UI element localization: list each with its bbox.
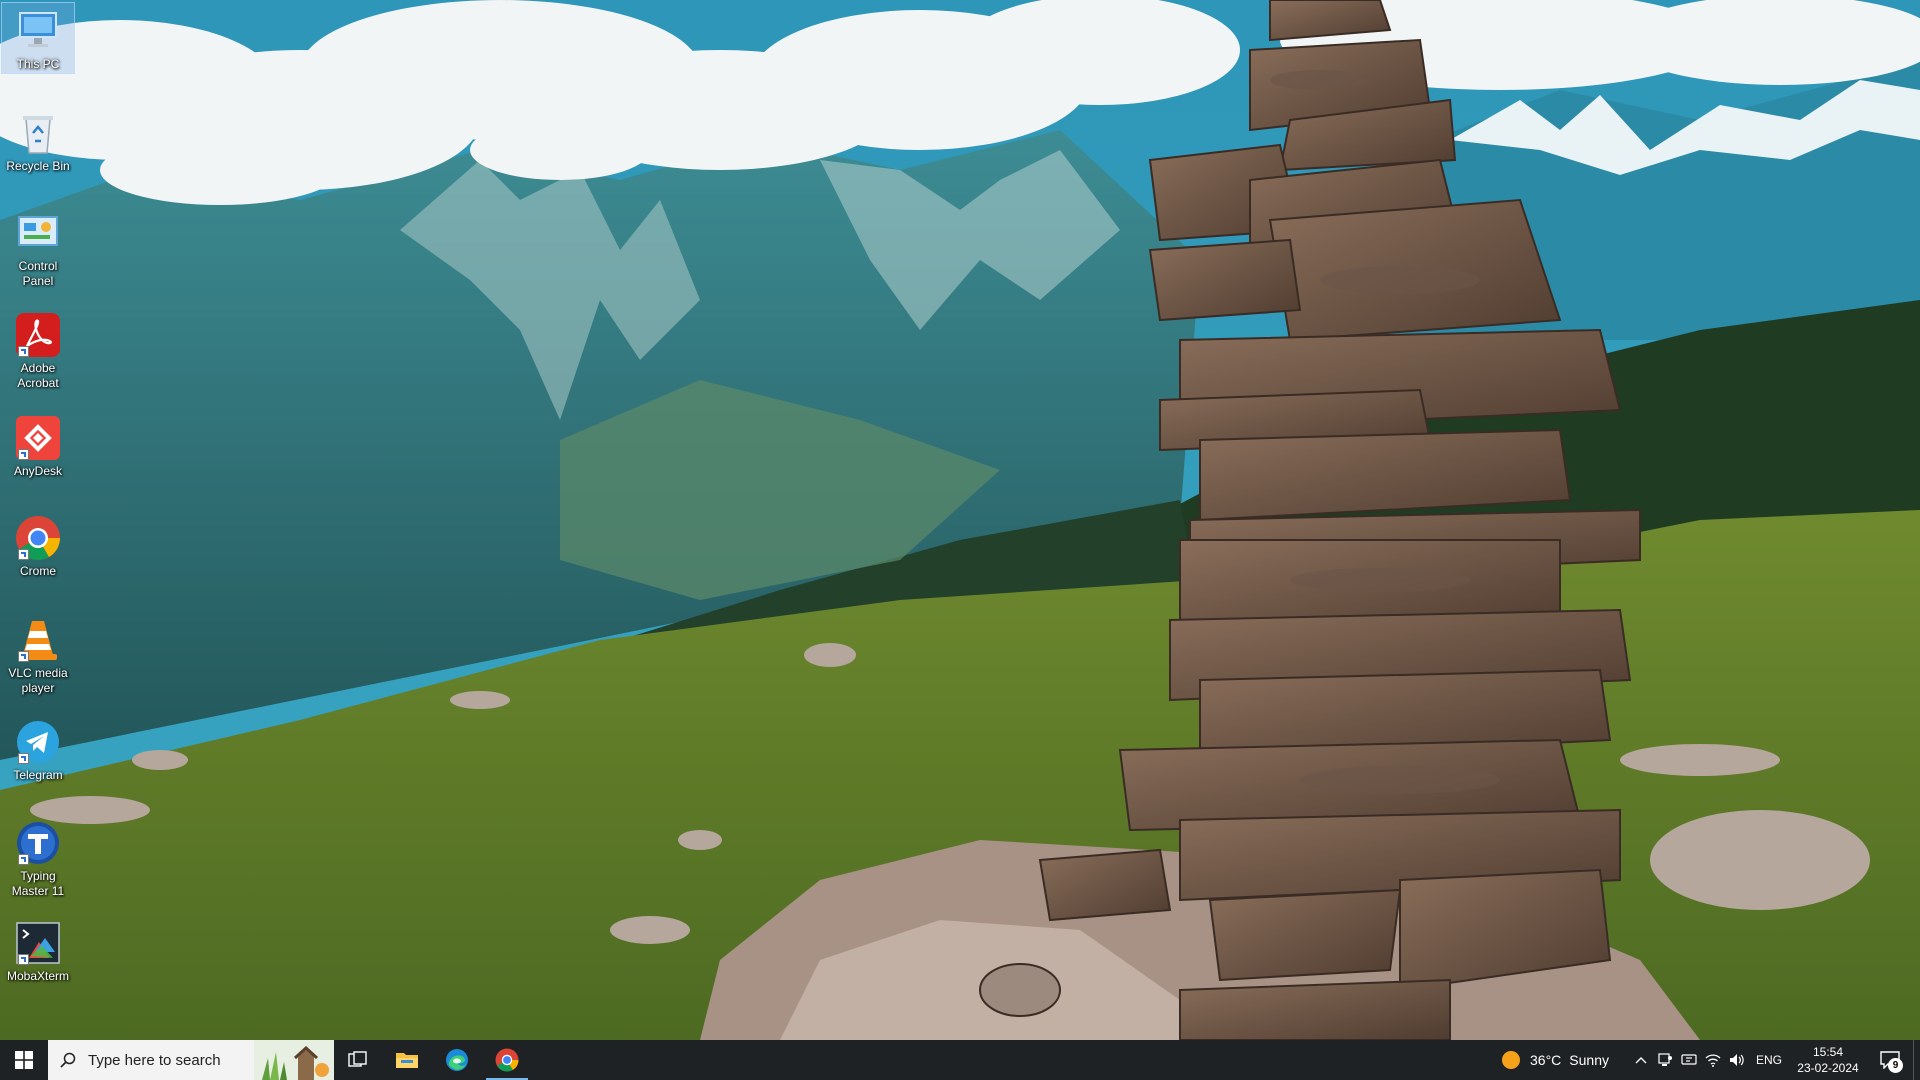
device-icon bbox=[1681, 1054, 1697, 1065]
taskbar-chrome[interactable] bbox=[482, 1040, 532, 1080]
control-panel-icon bbox=[14, 209, 62, 257]
desktop-icon-typing-master[interactable]: Typing Master 11 bbox=[2, 815, 74, 899]
taskbar-edge[interactable] bbox=[432, 1040, 482, 1080]
desktop-icon-telegram[interactable]: Telegram bbox=[2, 714, 74, 783]
tray-wifi[interactable] bbox=[1701, 1040, 1725, 1080]
desktop-icon-label: This PC bbox=[16, 57, 60, 71]
shortcut-arrow-icon bbox=[18, 651, 29, 662]
clock-time: 15:54 bbox=[1812, 1045, 1844, 1059]
task-view-icon bbox=[348, 1051, 367, 1067]
sun-icon bbox=[1502, 1051, 1521, 1069]
shortcut-arrow-icon bbox=[18, 753, 29, 764]
desktop-icon-mobaxterm[interactable]: MobaXterm bbox=[2, 915, 74, 984]
desktop-icon-label: Recycle Bin bbox=[6, 159, 70, 173]
speaker-icon bbox=[1730, 1054, 1744, 1066]
vlc-icon bbox=[14, 616, 62, 664]
chevron-up-icon bbox=[1635, 1057, 1647, 1064]
desktop-icon-chrome[interactable]: Crome bbox=[2, 510, 74, 579]
search-placeholder: Type here to search bbox=[88, 1051, 221, 1069]
shortcut-arrow-icon bbox=[18, 449, 29, 460]
desktop-icon-label: Typing Master 11 bbox=[11, 869, 65, 898]
system-tray: 36°C Sunny ENG 15:54 23-02-2024 9 bbox=[1502, 1040, 1920, 1080]
show-hidden-icons-button[interactable] bbox=[1629, 1040, 1653, 1080]
tray-volume[interactable] bbox=[1725, 1040, 1749, 1080]
desktop-icon-label: Adobe Acrobat bbox=[17, 361, 59, 390]
taskbar-file-explorer[interactable] bbox=[382, 1040, 432, 1080]
search-highlight-illustration-icon bbox=[254, 1040, 334, 1080]
shortcut-arrow-icon bbox=[18, 954, 29, 965]
edge-icon bbox=[446, 1049, 468, 1071]
desktop-icon-label: VLC media player bbox=[8, 666, 68, 695]
folder-icon bbox=[396, 1053, 418, 1068]
typing-master-icon bbox=[14, 819, 62, 867]
desktop-icon-this-pc[interactable]: This PC bbox=[1, 2, 75, 74]
desktop-icon-recycle-bin[interactable]: Recycle Bin bbox=[2, 105, 74, 174]
desktop-icon-label: Telegram bbox=[13, 768, 63, 782]
mobaxterm-icon bbox=[14, 919, 62, 967]
clock[interactable]: 15:54 23-02-2024 bbox=[1789, 1044, 1867, 1076]
weather-widget[interactable]: 36°C Sunny bbox=[1502, 1051, 1609, 1069]
weather-condition: Sunny bbox=[1569, 1052, 1609, 1068]
desktop-icon-label: MobaXterm bbox=[6, 969, 70, 983]
tray-network-device[interactable] bbox=[1677, 1040, 1701, 1080]
chrome-icon bbox=[495, 1048, 519, 1072]
monitor-icon bbox=[1658, 1053, 1672, 1066]
language-indicator[interactable]: ENG bbox=[1749, 1053, 1789, 1067]
weather-temp: 36°C bbox=[1530, 1052, 1562, 1068]
wallpaper bbox=[0, 0, 1920, 1040]
tray-meet-now[interactable] bbox=[1653, 1040, 1677, 1080]
task-view-button[interactable] bbox=[334, 1040, 382, 1080]
taskbar-search-box[interactable]: Type here to search bbox=[48, 1040, 334, 1080]
desktop[interactable]: This PC Recycle Bin Control Panel Adobe … bbox=[0, 0, 1920, 1040]
search-icon bbox=[48, 1052, 88, 1068]
desktop-icon-label: Control Panel bbox=[18, 259, 58, 288]
desktop-icon-vlc[interactable]: VLC media player bbox=[2, 612, 74, 696]
chrome-icon bbox=[14, 514, 62, 562]
shortcut-arrow-icon bbox=[18, 854, 29, 865]
adobe-acrobat-icon bbox=[14, 311, 62, 359]
clock-date: 23-02-2024 bbox=[1797, 1061, 1859, 1075]
desktop-icon-label: Crome bbox=[19, 564, 56, 578]
windows-logo-icon bbox=[15, 1051, 33, 1069]
this-pc-icon bbox=[14, 7, 62, 55]
taskbar: Type here to search 36°C Sunny ENG 15:54… bbox=[0, 1040, 1920, 1080]
show-desktop-button[interactable] bbox=[1913, 1040, 1920, 1080]
notification-count-badge: 9 bbox=[1888, 1058, 1903, 1073]
action-center-button[interactable]: 9 bbox=[1867, 1040, 1913, 1080]
desktop-icon-anydesk[interactable]: AnyDesk bbox=[2, 410, 74, 479]
anydesk-icon bbox=[14, 414, 62, 462]
desktop-icon-control-panel[interactable]: Control Panel bbox=[2, 205, 74, 289]
desktop-icon-adobe-acrobat[interactable]: Adobe Acrobat bbox=[2, 307, 74, 391]
shortcut-arrow-icon bbox=[18, 549, 29, 560]
recycle-bin-icon bbox=[14, 109, 62, 157]
start-button[interactable] bbox=[0, 1040, 48, 1080]
desktop-icon-label: AnyDesk bbox=[13, 464, 63, 478]
shortcut-arrow-icon bbox=[18, 346, 29, 357]
telegram-icon bbox=[14, 718, 62, 766]
wifi-icon bbox=[1705, 1054, 1721, 1067]
